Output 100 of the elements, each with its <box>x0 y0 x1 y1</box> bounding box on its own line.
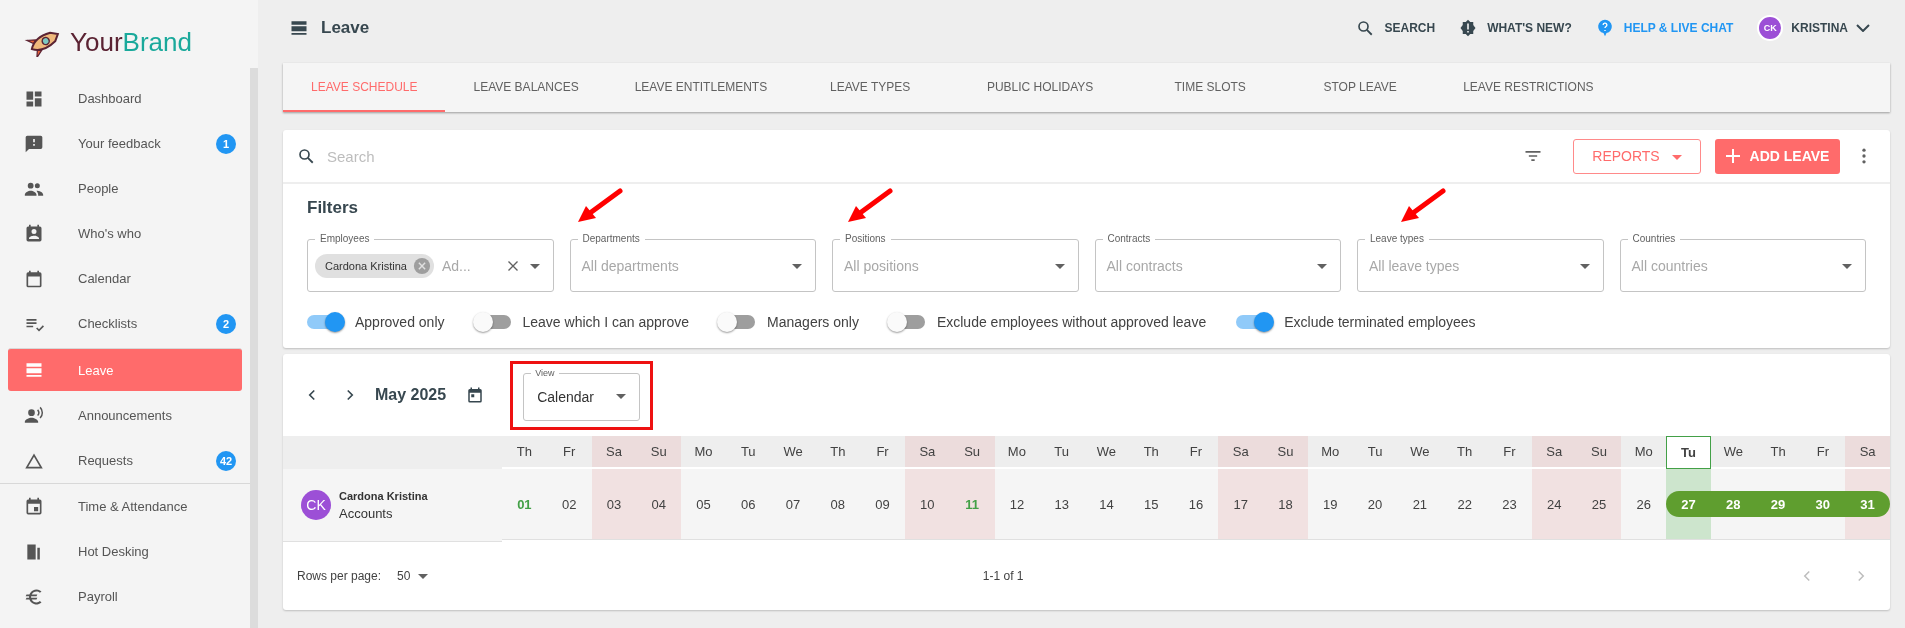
day-cell: 30 <box>1800 491 1846 517</box>
remove-icon[interactable] <box>412 257 431 275</box>
rows-per-page-select[interactable]: 50 <box>397 569 429 583</box>
dropdown-arrow-icon <box>1579 263 1590 269</box>
help-icon <box>1595 18 1614 37</box>
toggle-switch[interactable] <box>1236 315 1273 329</box>
day-cell-text: 25 <box>1590 495 1608 514</box>
sidebar-item[interactable]: Hot Desking <box>0 529 250 574</box>
toggle-switch[interactable] <box>474 315 511 329</box>
calendar-icon <box>24 268 44 289</box>
employee-avatar: CK <box>301 490 331 520</box>
weekday-header: We <box>1710 436 1756 467</box>
news-button[interactable]: WHAT'S NEW? <box>1459 18 1572 37</box>
sidebar-item[interactable]: Announcements <box>0 393 250 438</box>
weekday-header: Mo <box>1307 436 1353 467</box>
employee-name: Cardona Kristina <box>339 489 428 502</box>
day-cell-text: 17 <box>1232 495 1249 514</box>
dropdown-arrow-icon <box>418 573 429 579</box>
search-button[interactable]: SEARCH <box>1356 18 1436 37</box>
toggle-switch[interactable] <box>719 315 756 329</box>
day-cell-text: 14 <box>1098 495 1115 514</box>
sidebar-item[interactable]: Payroll <box>0 574 250 619</box>
tab[interactable]: PUBLIC HOLIDAYS <box>945 63 1136 112</box>
dropdown-arrow-icon <box>616 394 627 399</box>
exclamation-badge-icon <box>1459 18 1478 37</box>
caret-icon <box>1671 154 1682 160</box>
weekday-header: Th <box>1755 436 1801 467</box>
weekday-header: Sa <box>1531 436 1577 467</box>
day-cell-text: 04 <box>650 495 667 514</box>
sidebar-item[interactable]: Your feedback 1 <box>0 121 250 166</box>
tab[interactable]: LEAVE RESTRICTIONS <box>1435 63 1622 112</box>
dropdown-arrow-icon <box>792 263 802 269</box>
tab[interactable]: LEAVE ENTITLEMENTS <box>606 63 796 112</box>
toggle-switch[interactable] <box>888 315 925 329</box>
calendar-icon[interactable] <box>466 386 485 404</box>
tab[interactable]: LEAVE TYPES <box>795 63 946 112</box>
dropdown-field[interactable]: Departments All departments <box>569 232 816 292</box>
day-cell: 31 <box>1845 491 1890 517</box>
day-cell-text: 08 <box>829 495 847 514</box>
brand-logo: YourBrand <box>70 26 192 58</box>
weekday-header: Fr <box>860 436 905 467</box>
month-label: May 2025 <box>375 386 447 404</box>
weekday-header: Sa <box>904 436 950 467</box>
sidebar-item[interactable]: Who's who <box>0 211 250 256</box>
dropdown-arrow-icon <box>1317 263 1327 269</box>
day-cell-text: 16 <box>1187 495 1205 514</box>
sidebar-item[interactable]: Dashboard <box>0 76 250 121</box>
day-cell: 27 <box>1666 491 1711 517</box>
toggle-label: Approved only <box>355 314 445 330</box>
rows-per-page-label: Rows per page: <box>297 569 382 583</box>
day-cell-text: 09 <box>874 495 891 514</box>
dropdown-arrow-icon <box>529 263 540 269</box>
tab[interactable]: LEAVE BALANCES <box>445 63 607 112</box>
employee-department: Accounts <box>339 505 394 521</box>
user-name: KRISTINA <box>1791 20 1848 35</box>
tab[interactable]: TIME SLOTS <box>1135 63 1286 112</box>
page-title: Leave <box>321 17 370 38</box>
view-dropdown[interactable]: View Calendar <box>523 366 641 421</box>
count-badge: 1 <box>216 133 236 154</box>
sidebar-item[interactable]: People <box>0 166 250 211</box>
toggle-switch[interactable] <box>307 315 343 329</box>
user-menu[interactable]: CK KRISTINA <box>1757 14 1870 41</box>
weekday-header: Su <box>949 436 995 467</box>
tab[interactable]: STOP LEAVE <box>1285 63 1436 112</box>
weekday-header: We <box>1084 436 1129 467</box>
weekday-header: Th <box>1442 436 1488 467</box>
dropdown-field[interactable]: Contracts All contracts <box>1094 232 1341 292</box>
day-cell-text: 24 <box>1545 495 1563 514</box>
weekday-header: Tu <box>1352 436 1398 467</box>
search-icon <box>297 147 315 165</box>
user-avatar: CK <box>1757 14 1784 41</box>
day-cell-text: 19 <box>1322 495 1339 514</box>
scrollbar[interactable] <box>250 68 258 628</box>
day-cell-text: 03 <box>605 495 623 514</box>
sidebar-item[interactable]: Checklists 2 <box>0 301 250 346</box>
toggle-label: Exclude employees without approved leave <box>936 314 1207 330</box>
speaking-person-icon <box>24 405 44 426</box>
day-cell-text: 07 <box>784 495 802 514</box>
weekday-header: Su <box>1576 436 1622 467</box>
day-cell-text: 20 <box>1366 495 1384 514</box>
day-cell-text: 01 <box>516 495 533 514</box>
list-icon <box>24 360 44 380</box>
employee-chip[interactable]: Cardona Kristina <box>315 254 434 278</box>
dropdown-field[interactable]: Countries All countries <box>1619 232 1866 292</box>
weekday-header: Tu <box>1039 436 1085 467</box>
day-cell-text: 22 <box>1456 495 1473 514</box>
sidebar-item[interactable]: Requests 42 <box>0 438 250 483</box>
plus-icon <box>1725 149 1740 163</box>
weekday-header: Fr <box>1173 436 1219 467</box>
weekday-header: Th <box>1128 436 1174 467</box>
sidebar-item[interactable]: Calendar <box>0 256 250 301</box>
euro-icon <box>24 586 44 607</box>
toggle-label: Exclude terminated employees <box>1284 314 1476 330</box>
dropdown-field[interactable]: Employees Cardona Kristina Ad... <box>307 232 554 292</box>
chevron-down-icon <box>1856 23 1870 32</box>
dropdown-field[interactable]: Leave types All leave types <box>1357 232 1604 292</box>
weekday-header: Su <box>1263 436 1308 467</box>
weekday-header: Fr <box>1800 436 1846 467</box>
dropdown-field[interactable]: Positions All positions <box>832 232 1079 292</box>
weekday-header: Tu <box>1666 436 1711 469</box>
